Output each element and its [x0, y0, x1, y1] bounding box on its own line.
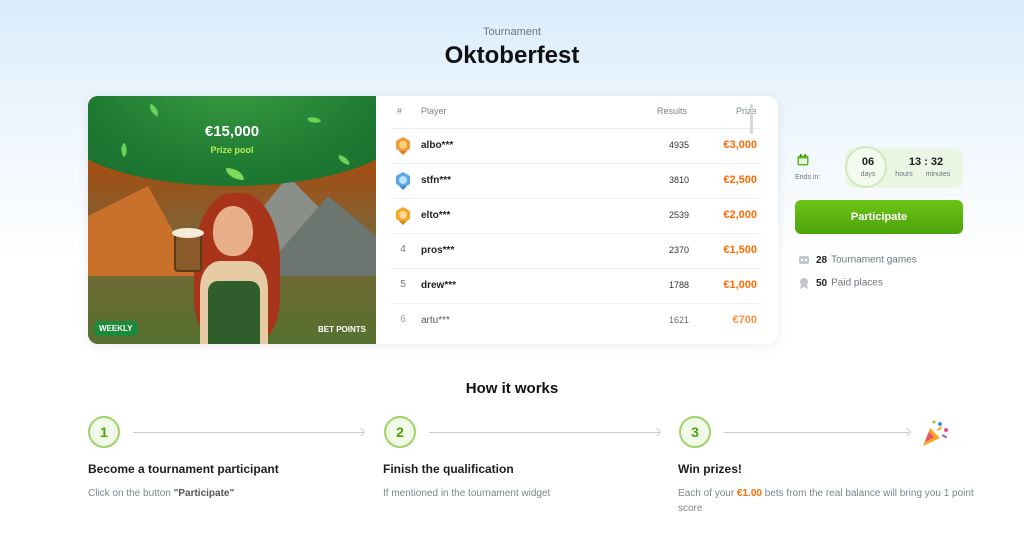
prize-pool-label: Prize pool — [210, 145, 254, 155]
col-player: Player — [421, 106, 447, 116]
player-result: 1788 — [668, 280, 689, 290]
paid-places-stat: 50 Paid places — [798, 277, 883, 289]
participate-button[interactable]: Participate — [795, 200, 963, 234]
player-rank: 5 — [400, 279, 406, 290]
leaderboard-header: # Player Results Prize — [391, 106, 761, 120]
tournament-games-stat: 28 Tournament games — [798, 254, 917, 266]
step-2-title: Finish the qualification — [383, 462, 514, 476]
gold-medal-icon — [396, 137, 410, 155]
tournament-card: €15,000 Prize pool WEEKLY BET POINTS # P… — [88, 96, 778, 344]
tournament-label: Tournament — [482, 26, 542, 38]
calendar-icon — [797, 154, 809, 166]
days-value: 06 — [861, 156, 875, 168]
player-name: pros*** — [421, 245, 455, 256]
leaderboard-row: 5 drew*** 1788 €1,000 — [391, 268, 761, 303]
player-prize: €2,500 — [723, 174, 757, 186]
step-2-description: If mentioned in the tournament widget — [383, 488, 551, 499]
step-3-number: 3 — [679, 416, 711, 448]
step-3-desc-money: €1.00 — [736, 488, 762, 499]
player-prize: €3,000 — [723, 139, 757, 151]
player-result: 2539 — [668, 210, 689, 220]
leaderboard-row: stfn*** 3810 €2,500 — [391, 163, 761, 198]
player-result: 4935 — [668, 140, 689, 150]
player-prize: €1,000 — [723, 279, 757, 291]
leaderboard-row: elto*** 2539 €2,000 — [391, 198, 761, 233]
player-name: albo*** — [421, 140, 454, 151]
step-2-number: 2 — [384, 416, 416, 448]
minutes-label: minutes — [925, 171, 951, 178]
hours-label: hours — [895, 171, 913, 178]
step-1-desc-bold: "Participate" — [173, 488, 235, 499]
ends-in-label: Ends in: — [795, 174, 821, 181]
col-rank: # — [397, 106, 403, 116]
leaderboard-row: 6 artu*** 1621 €700 — [391, 303, 761, 338]
hours-minutes-value: 13 : 32 — [908, 156, 944, 168]
beer-foam — [172, 228, 204, 238]
beer-mug-icon — [174, 234, 202, 272]
player-result: 1621 — [668, 315, 689, 325]
games-count: 28 — [816, 254, 828, 266]
player-result: 2370 — [668, 245, 689, 255]
how-it-works-title: How it works — [465, 380, 559, 397]
timer-box: 06 days 13 : 32 hours minutes — [845, 146, 963, 188]
step-3-title: Win prizes! — [678, 462, 742, 476]
step-1-title: Become a tournament participant — [88, 462, 279, 476]
character-vest — [208, 281, 260, 344]
gamepad-icon — [799, 256, 809, 264]
bet-points-badge: BET POINTS — [317, 325, 366, 334]
player-prize: €2,000 — [723, 209, 757, 221]
player-name: elto*** — [421, 210, 451, 221]
leaderboard-row: albo*** 4935 €3,000 — [391, 128, 761, 163]
weekly-badge: WEEKLY — [94, 321, 138, 336]
leaderboard-row: 4 pros*** 2370 €1,500 — [391, 233, 761, 268]
step-1-number: 1 — [88, 416, 120, 448]
days-circle: 06 days — [845, 146, 887, 188]
leaderboard-scrollbar[interactable] — [750, 104, 753, 134]
player-name: artu*** — [421, 315, 450, 326]
places-label: Paid places — [831, 277, 883, 289]
party-popper-icon — [923, 420, 948, 446]
bronze-medal-icon — [396, 207, 410, 225]
places-count: 50 — [816, 277, 828, 289]
player-prize: €1,500 — [723, 244, 757, 256]
col-prize: Prize — [736, 106, 757, 116]
games-label: Tournament games — [831, 254, 917, 266]
prize-pool-amount: €15,000 — [204, 123, 260, 140]
character-face — [213, 206, 253, 256]
col-results: Results — [657, 106, 688, 116]
page-title: Oktoberfest — [444, 42, 580, 69]
medal-icon — [800, 278, 808, 289]
step-3-description: Each of your €1.00 bets from the real ba… — [678, 486, 978, 516]
tournament-banner: €15,000 Prize pool WEEKLY BET POINTS — [88, 96, 376, 344]
step-arrow — [429, 432, 659, 433]
step-1-description: Click on the button "Participate" — [88, 486, 358, 501]
days-label: days — [860, 171, 876, 178]
player-prize: €700 — [732, 314, 757, 326]
step-arrow — [724, 432, 909, 433]
step-arrow — [133, 432, 363, 433]
leaderboard: # Player Results Prize albo*** 4935 €3,0… — [391, 96, 761, 344]
player-rank: 6 — [400, 314, 406, 325]
step-3-desc-text: Each of your — [678, 488, 737, 499]
step-1-desc-text: Click on the button — [88, 488, 174, 499]
player-name: stfn*** — [421, 175, 452, 186]
silver-medal-icon — [396, 172, 410, 190]
player-result: 3810 — [668, 175, 689, 185]
player-name: drew*** — [421, 280, 457, 291]
player-rank: 4 — [400, 244, 406, 255]
